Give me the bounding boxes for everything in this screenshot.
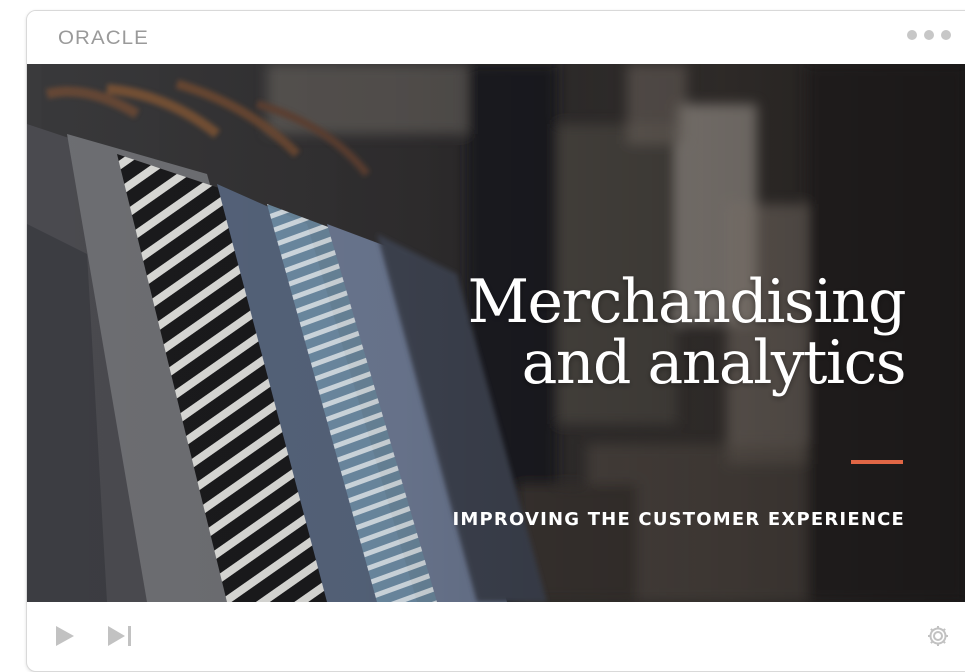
skip-next-icon[interactable] bbox=[107, 625, 133, 647]
dot-icon bbox=[941, 30, 951, 40]
dot-icon bbox=[924, 30, 934, 40]
slide-title-line-2: and analytics bbox=[521, 328, 907, 399]
dot-icon bbox=[907, 30, 917, 40]
oracle-logo: ORACLE bbox=[58, 28, 149, 49]
player-controls bbox=[27, 602, 965, 662]
video-player-card: ORACLE Merchandising and analytics IMPRO… bbox=[26, 10, 965, 672]
more-options-button[interactable] bbox=[907, 30, 951, 40]
accent-divider bbox=[851, 460, 903, 464]
slide-subtitle: IMPROVING THE CUSTOMER EXPERIENCE bbox=[452, 509, 905, 530]
slide-title: Merchandising and analytics bbox=[467, 267, 907, 399]
slide-title-line-1: Merchandising bbox=[467, 267, 907, 337]
gear-icon[interactable] bbox=[926, 624, 950, 648]
video-slide[interactable]: Merchandising and analytics IMPROVING TH… bbox=[27, 64, 965, 602]
play-icon[interactable] bbox=[55, 625, 75, 647]
player-header: ORACLE bbox=[27, 11, 965, 64]
